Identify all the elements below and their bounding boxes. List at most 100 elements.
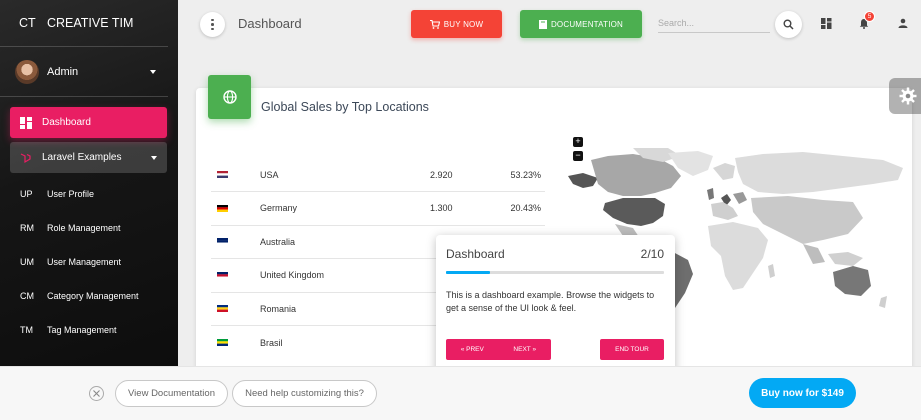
sidebar-item-laravel-examples[interactable]: Laravel Examples [10, 142, 167, 173]
tour-popover: Dashboard 2/10 This is a dashboard examp… [436, 235, 675, 375]
map-region-new-zealand [879, 296, 887, 308]
card-title: Global Sales by Top Locations [261, 100, 429, 114]
page-title: Dashboard [238, 16, 302, 31]
sales-percent: 20.43% [510, 203, 541, 214]
sales-value: 2.920 [430, 169, 453, 180]
view-documentation-button[interactable]: View Documentation [115, 380, 228, 407]
map-zoom-in-button[interactable]: + [573, 137, 583, 147]
flag-icon [217, 305, 228, 313]
flag-icon [217, 171, 228, 178]
sidebar-item-label: Role Management [47, 223, 121, 233]
sidebar-item-dashboard[interactable]: Dashboard [10, 107, 167, 138]
tour-next-button[interactable]: NEXT » [499, 339, 552, 360]
grid-icon [820, 17, 831, 29]
brand[interactable]: CT CREATIVE TIM [0, 0, 168, 47]
search-icon [783, 19, 794, 30]
flag-cell [211, 158, 260, 192]
sidebar-nav: Dashboard Laravel Examples UP User Profi… [0, 97, 178, 347]
sidebar-item-user-profile[interactable]: UP User Profile [0, 177, 178, 211]
close-promo-button[interactable] [89, 386, 104, 401]
settings-toggle[interactable] [889, 78, 921, 114]
sidebar-item-abbr: CM [20, 291, 34, 301]
buy-now-label: BUY NOW [443, 19, 484, 29]
flag-cell [211, 192, 260, 226]
cart-icon [429, 19, 440, 29]
flag-icon [217, 271, 228, 279]
tour-prev-button[interactable]: « PREV [446, 339, 499, 360]
profile-button[interactable] [896, 16, 910, 30]
flag-icon [217, 339, 228, 346]
brand-mini: CT [19, 16, 36, 30]
sidebar-item-label: Laravel Examples [42, 152, 122, 163]
book-icon [538, 19, 547, 29]
sidebar-item-abbr: RM [20, 223, 34, 233]
flag-cell [211, 326, 260, 360]
sidebar-item-role-management[interactable]: RM Role Management [0, 211, 178, 245]
sales-value: 1.300 [430, 203, 453, 214]
brand-name: CREATIVE TIM [47, 16, 134, 30]
buy-now-button[interactable]: BUY NOW [411, 10, 502, 38]
sidebar-item-abbr: TM [20, 325, 33, 335]
more-menu-button[interactable] [200, 12, 225, 37]
globe-icon [208, 75, 251, 119]
country-name: United Kingdom [260, 270, 325, 281]
map-region-madagascar [768, 264, 775, 278]
documentation-button[interactable]: DOCUMENTATION [520, 10, 642, 38]
map-region-africa [708, 222, 768, 290]
tour-body: This is a dashboard example. Browse the … [446, 290, 655, 313]
flag-icon [217, 204, 228, 212]
sidebar-item-abbr: UP [20, 189, 33, 199]
sidebar-item-label: Tag Management [47, 325, 117, 335]
map-region-asia [751, 196, 863, 244]
laravel-icon [10, 152, 42, 164]
map-region-australia [833, 266, 871, 296]
map-region-southeast-asia [803, 244, 825, 264]
notification-badge: 5 [864, 11, 875, 22]
gear-icon [899, 87, 917, 105]
map-region-usa [603, 198, 665, 226]
promo-bar: View Documentation Need help customizing… [0, 366, 921, 420]
flag-icon [217, 238, 228, 246]
country-name: USA [260, 169, 279, 180]
tour-progress-bar [446, 271, 664, 274]
map-region-scandinavia [713, 163, 735, 180]
avatar [15, 59, 39, 84]
country-name: Australia [260, 236, 296, 247]
person-icon [898, 18, 908, 28]
flag-cell [211, 292, 260, 326]
country-name: Brasil [260, 337, 283, 348]
table-row: Germany 1.300 20.43% [211, 192, 545, 226]
search-button[interactable] [775, 11, 802, 38]
sales-percent: 53.23% [510, 169, 541, 180]
sidebar-item-label: Category Management [47, 291, 139, 301]
user-name: Admin [47, 65, 79, 78]
buy-now-promo-button[interactable]: Buy now for $149 [749, 378, 856, 408]
sidebar-item-label: Dashboard [42, 117, 91, 128]
help-customizing-button[interactable]: Need help customizing this? [232, 380, 377, 407]
documentation-label: DOCUMENTATION [550, 19, 624, 29]
dashboard-grid-button[interactable] [819, 16, 833, 30]
sidebar-item-user-management[interactable]: UM User Management [0, 245, 178, 279]
map-region-uk [707, 188, 714, 200]
sidebar-item-tag-management[interactable]: TM Tag Management [0, 313, 178, 347]
country-name: Germany [260, 203, 298, 214]
tour-step-counter: 2/10 [640, 247, 664, 261]
country-name: Romania [260, 303, 297, 314]
flag-cell [211, 259, 260, 293]
sidebar-item-label: User Profile [47, 189, 95, 199]
tour-progress-fill [446, 271, 490, 274]
map-region-romania [733, 192, 747, 204]
search-input[interactable] [658, 13, 770, 33]
topbar: Dashboard BUY NOW DOCUMENTATION 5 [178, 0, 921, 47]
map-region-russia [735, 152, 903, 194]
flag-cell [211, 225, 260, 259]
tour-nav-group: « PREV NEXT » [446, 339, 551, 360]
sidebar-item-label: User Management [47, 257, 122, 267]
map-region-south-europe [711, 202, 738, 220]
sidebar-item-abbr: UM [20, 257, 34, 267]
chevron-down-icon [150, 69, 156, 74]
sidebar-item-category-management[interactable]: CM Category Management [0, 279, 178, 313]
table-row: USA 2.920 53.23% [211, 158, 545, 192]
user-menu[interactable]: Admin [0, 47, 168, 97]
tour-end-button[interactable]: END TOUR [600, 339, 664, 360]
